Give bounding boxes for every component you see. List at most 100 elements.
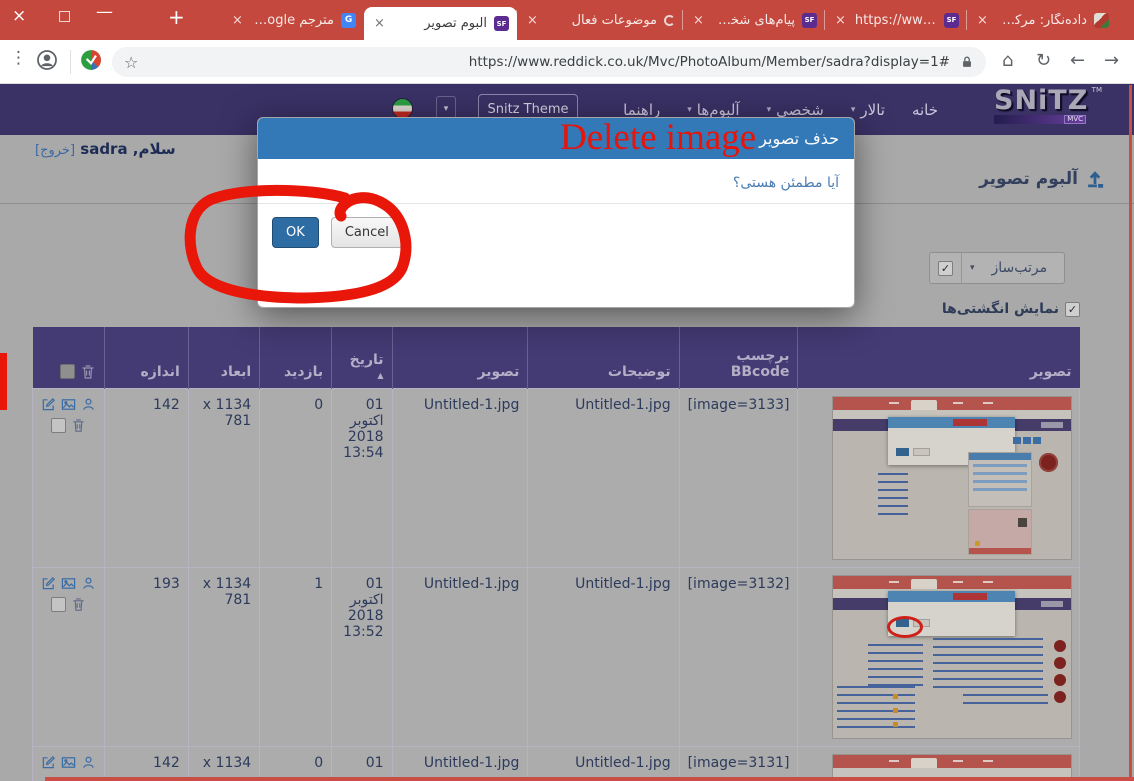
tab-close-icon[interactable]: ×	[525, 13, 540, 28]
owner-person-icon[interactable]	[81, 397, 96, 412]
tab-close-icon[interactable]: ×	[230, 13, 245, 28]
owner-person-icon[interactable]	[81, 576, 96, 591]
menu-item-forum[interactable]: تالار▾	[851, 101, 885, 119]
views-cell: 0	[260, 388, 332, 567]
actions-cell	[33, 388, 105, 567]
tab-close-icon[interactable]: ×	[691, 13, 706, 28]
menu-item-personal[interactable]: شخصی▾	[767, 101, 824, 119]
logout-link[interactable]: [خروج]	[35, 143, 75, 158]
profile-avatar-icon[interactable]	[36, 49, 58, 71]
filename-link[interactable]: Untitled-1.jpg	[392, 746, 528, 781]
actions-cell	[33, 746, 105, 781]
tab-dadehnegar[interactable]: داده‌نگار: مرکز مد ×	[967, 0, 1117, 40]
back-button-icon[interactable]: ←	[1070, 50, 1085, 71]
forward-button-icon[interactable]: →	[1104, 50, 1119, 71]
snitz-favicon: SF	[802, 13, 817, 28]
ok-button[interactable]: OK	[272, 217, 319, 248]
browser-menu-icon[interactable]: ⋮	[10, 48, 27, 68]
image-icon[interactable]	[61, 397, 76, 412]
brand-bar: MVC	[994, 115, 1086, 124]
tab-close-icon[interactable]: ×	[975, 13, 990, 28]
edit-icon[interactable]	[41, 397, 56, 412]
row-select-checkbox[interactable]	[51, 418, 66, 433]
window-maximize-button[interactable]: □	[58, 8, 71, 24]
address-bar[interactable]: ☆ https://www.reddick.co.uk/Mvc/PhotoAlb…	[112, 47, 986, 77]
col-thumbnail[interactable]: تصویر	[798, 327, 1080, 388]
dimensions-cell: x 1134	[188, 746, 259, 781]
idm-extension-icon[interactable]	[80, 49, 102, 71]
thumbnail-cell	[798, 567, 1080, 746]
tab-title: مترجم Google	[252, 13, 334, 28]
actions-cell	[33, 567, 105, 746]
tab-title: پیام‌های شخصی	[713, 13, 795, 28]
tab-google-translate[interactable]: G مترجم Google ×	[222, 0, 364, 40]
col-description[interactable]: توضیحات	[528, 327, 679, 388]
views-cell: 1	[260, 567, 332, 746]
menu-item-albums[interactable]: آلبوم‌ها▾	[687, 101, 739, 119]
menu-item-help[interactable]: راهنما	[623, 101, 660, 119]
window-close-button[interactable]: ×	[12, 6, 26, 26]
url-text[interactable]: https://www.reddick.co.uk/Mvc/PhotoAlbum…	[138, 54, 950, 70]
menu-item-home[interactable]: خانه	[912, 101, 938, 119]
col-bbcode[interactable]: برچسبBBcode	[679, 327, 798, 388]
tab-strip: G مترجم Google × SF آلبوم تصویر × موضوعا…	[222, 0, 1117, 40]
row-select-checkbox[interactable]	[51, 597, 66, 612]
thumbnail-cell	[798, 388, 1080, 567]
chevron-down-icon: ▾	[962, 263, 975, 273]
owner-person-icon[interactable]	[81, 755, 96, 770]
chevron-down-icon: ▾	[687, 105, 692, 115]
filename-link[interactable]: Untitled-1.jpg	[392, 388, 528, 567]
snitz-logo[interactable]: SNiTZ TM MVC	[994, 87, 1090, 124]
upload-icon[interactable]	[1085, 169, 1105, 189]
trash-icon[interactable]	[71, 597, 86, 612]
sort-label: مرتب‌ساز	[975, 260, 1064, 276]
filename-link[interactable]: Untitled-1.jpg	[392, 567, 528, 746]
edit-icon[interactable]	[41, 755, 56, 770]
select-all-checkbox[interactable]	[60, 364, 75, 379]
views-cell: 0	[260, 746, 332, 781]
language-flag-icon[interactable]	[392, 98, 413, 119]
col-dimensions[interactable]: ابعاد	[188, 327, 259, 388]
image-thumbnail[interactable]	[833, 397, 1071, 559]
col-views[interactable]: بازدید	[260, 327, 332, 388]
tab-active-topics[interactable]: موضوعات فعال ×	[517, 0, 683, 40]
greeting: سلام, sadra [خروج]	[35, 140, 176, 158]
edit-icon[interactable]	[41, 576, 56, 591]
image-icon[interactable]	[61, 576, 76, 591]
chevron-down-icon: ▾	[851, 105, 856, 115]
tab-private-messages[interactable]: SF پیام‌های شخصی ×	[683, 0, 825, 40]
tab-close-icon[interactable]: ×	[833, 13, 848, 28]
sort-dropdown[interactable]: مرتب‌ساز ▾ ✓	[929, 252, 1065, 284]
tab-photo-album-active[interactable]: SF آلبوم تصویر ×	[364, 7, 517, 40]
sort-checkbox[interactable]: ✓	[938, 261, 953, 276]
bookmark-star-icon[interactable]: ☆	[124, 53, 138, 72]
table-row: [image=3131] Untitled-1.jpg Untitled-1.j…	[33, 746, 1080, 781]
window-minimize-button[interactable]: —	[96, 2, 113, 22]
col-date-sorted[interactable]: تاریخ▲	[332, 327, 392, 388]
size-cell: 142	[105, 746, 189, 781]
tab-close-icon[interactable]: ×	[372, 16, 387, 31]
ssl-lock-icon[interactable]	[960, 55, 974, 69]
image-thumbnail[interactable]	[833, 576, 1071, 738]
home-button-icon[interactable]: ⌂	[1002, 50, 1013, 71]
reload-button-icon[interactable]: ↻	[1036, 50, 1051, 71]
trash-icon[interactable]	[71, 418, 86, 433]
image-thumbnail[interactable]	[833, 755, 1071, 781]
col-filename[interactable]: تصویر	[392, 327, 528, 388]
col-size[interactable]: اندازه	[105, 327, 189, 388]
new-tab-button[interactable]: +	[168, 5, 185, 29]
image-icon[interactable]	[61, 755, 76, 770]
brand-mvc: MVC	[1064, 115, 1086, 124]
show-thumbnails-label: نمایش انگشتی‌ها	[942, 301, 1059, 317]
show-thumbnails-checkbox[interactable]: ✓	[1065, 302, 1080, 317]
trash-icon[interactable]	[80, 364, 96, 380]
dialog-title: حذف تصویر	[759, 129, 839, 148]
tab-reddick-url[interactable]: SF https://www.red ×	[825, 0, 967, 40]
cancel-button[interactable]: Cancel	[331, 217, 403, 248]
thumbnail-cell	[798, 746, 1080, 781]
table-row: [image=3132] Untitled-1.jpg Untitled-1.j…	[33, 567, 1080, 746]
browser-tab-bar: × □ — + G مترجم Google × SF آلبوم تصویر …	[0, 0, 1134, 40]
page-title: آلبوم تصویر	[979, 169, 1078, 189]
size-cell: 193	[105, 567, 189, 746]
bbcode-cell: [image=3133]	[679, 388, 798, 567]
